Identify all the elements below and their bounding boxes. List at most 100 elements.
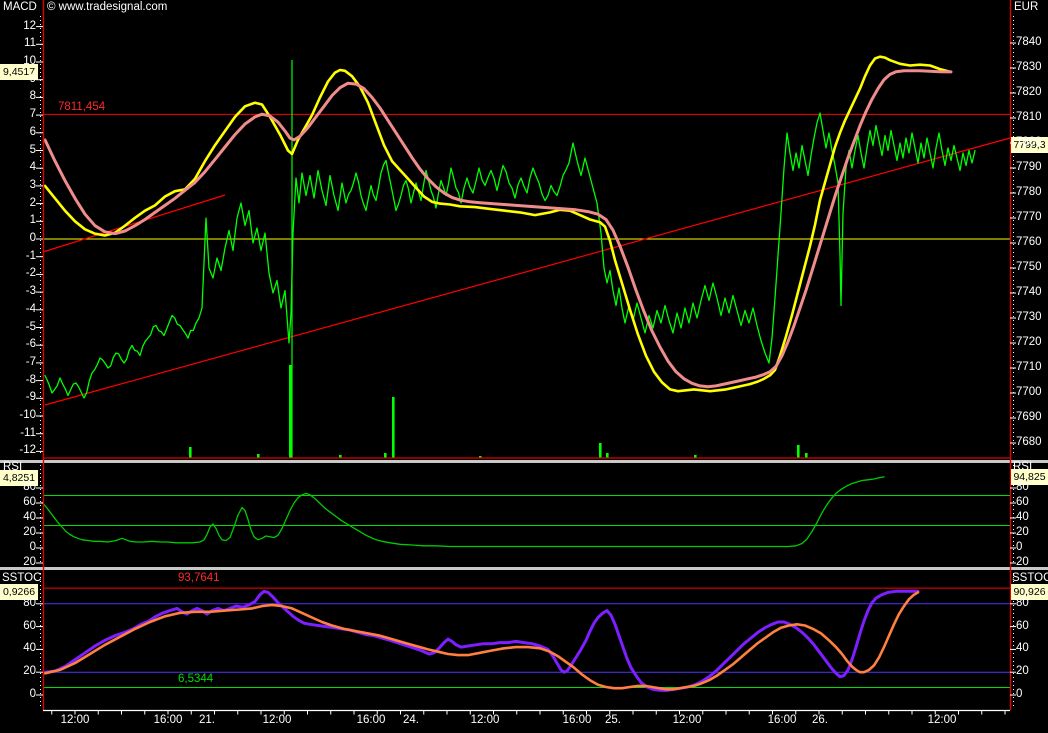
macd-axis-tick-label: -1 [25,249,36,262]
sstoc-axis-tick-label: 60 [23,619,36,632]
macd-axis-tick-label: -7 [25,355,36,368]
price-axis-tick-label: 7710 [1016,361,1042,373]
sstoc-axis-tick-label: 20 [1016,665,1029,678]
sstoc_d-series [43,591,920,691]
price-axis-tick-label: 7760 [1016,236,1042,248]
sstoc-upper-line-label: 93,7641 [178,572,220,584]
rsi-series [41,476,885,548]
macd-axis-tick-label: 8 [29,90,36,103]
macd-axis-tick-label: 3 [29,178,36,191]
volume-bar [805,453,808,458]
time-axis-label: 21. [199,714,215,726]
rsi-axis-tick-label: 40 [23,511,36,523]
panel-separator [0,460,1048,463]
rsi-axis-tick-label: 0 [29,541,36,553]
macd-axis-tick-label: -11 [20,426,36,439]
macd-axis-tick-label: 11 [24,37,36,50]
rsi-axis-tick-label: 20 [1016,526,1029,538]
price-axis-tick-label: 7680 [1016,436,1042,448]
right-axis-title-eur: EUR [1014,1,1039,13]
volume-bar [384,453,387,458]
rsi-axis-tick-label: 60 [1016,496,1029,508]
macd-axis-tick-label: 12 [23,19,36,32]
rsi-axis-tick-label: 80 [23,481,36,493]
chart-canvas[interactable] [0,0,1048,733]
sstoc-axis-tick-label: 40 [23,642,36,655]
price-axis-tick-label: 7780 [1016,186,1042,198]
time-axis-label: 12:00 [470,714,500,726]
sstoc-axis-tick-label: 20 [23,665,36,678]
price_eur-series [44,112,976,399]
volume-bar [797,445,800,458]
rsi-axis-tick-label: 60 [23,496,36,508]
macd-axis-tick-label: -10 [19,409,36,421]
volume-bar [189,447,192,458]
sstoc-axis-tick-label: 40 [1016,642,1029,655]
price-axis-tick-label: 7830 [1016,61,1042,73]
rsi-axis-tick-label: 20 [23,526,36,538]
time-axis-label: 12:00 [60,714,90,726]
macd-axis-tick-label: -9 [25,391,36,404]
rsi-axis-tick-label: 0 [1016,541,1023,553]
time-axis-label: 25. [605,714,621,726]
price-axis-tick-label: 7770 [1016,211,1042,223]
time-axis-label: 16:00 [356,714,386,726]
macd-axis-tick-label: -12 [19,444,36,457]
panel-separator [0,567,1048,570]
rsi-axis-tick-label: 40 [1016,511,1029,523]
price-axis-tick-label: 7730 [1016,311,1042,323]
rsi-axis-tick-label: 20 [23,556,36,568]
macd-axis-tick-label: 5 [29,143,36,156]
price-axis-tick-label: 7690 [1016,411,1042,423]
trendline [44,137,1011,406]
macd-axis-tick-label: 2 [29,196,36,209]
copyright-text: © www.tradesignal.com [47,1,168,13]
macd-axis-tick-label: 1 [29,214,36,227]
price-axis-tick-label: 7840 [1016,36,1042,48]
price-axis-tick-label: 7810 [1016,111,1042,123]
price-axis-tick-label: 7720 [1016,336,1042,348]
volume-bar [392,397,395,458]
time-axis-label: 26. [812,714,828,726]
sstoc_k-series [43,589,920,692]
time-axis-label: 16:00 [153,714,183,726]
volume-bar [606,453,609,458]
macd-axis-tick-label: 9 [29,72,36,85]
sstoc-axis-tick-label: 80 [1016,596,1029,609]
sstoc-axis-tick-label: 0 [1016,688,1023,700]
price-axis-tick-label: 7740 [1016,286,1042,298]
sstoc-axis-tick-label: 60 [1016,619,1029,632]
macd-axis-tick-label: 4 [29,161,36,174]
rsi-axis-tick-label: 20 [1016,556,1029,568]
price-axis-tick-label: 7750 [1016,261,1042,273]
indicator-title-macd: MACD [3,1,37,13]
time-axis-label: 24. [403,714,419,726]
macd-axis-tick-label: 7 [29,108,36,121]
macd_line-series [43,55,952,393]
sstoc-lower-line-label: 6,5344 [178,673,214,685]
trendline [42,194,226,253]
macd-axis-tick-label: -4 [25,302,36,315]
volume-bar [289,365,292,458]
sstoc-axis-tick-label: 0 [29,688,36,700]
time-axis-label: 12:00 [927,714,957,726]
price-axis-tick-label: 7700 [1016,386,1042,398]
macd-axis-tick-label: 10 [23,55,36,67]
volume-bar [599,443,602,458]
time-axis-label: 12:00 [262,714,292,726]
price-axis-tick-label: 7820 [1016,86,1042,98]
macd-axis-tick-label: 6 [29,125,36,138]
macd-axis-tick-label: -6 [25,338,36,351]
rsi-axis-tick-label: 80 [1016,481,1029,493]
macd-axis-tick-label: -3 [25,285,36,298]
price-hline-label: 7811,454 [58,101,106,113]
sstoc-axis-tick-label: 80 [23,596,36,609]
macd-axis-tick-label: -8 [25,373,36,386]
macd-axis-tick-label: 0 [29,232,36,244]
trading-chart-window: MACD © www.tradesignal.com EUR 7811,454 … [0,0,1048,733]
macd-axis-tick-label: -2 [25,267,36,280]
macd-axis-tick-label: -5 [25,320,36,333]
price-axis-tick-label: 7800 [1016,136,1042,148]
price-axis-tick-label: 7790 [1016,161,1042,173]
time-axis-label: 12:00 [672,714,702,726]
